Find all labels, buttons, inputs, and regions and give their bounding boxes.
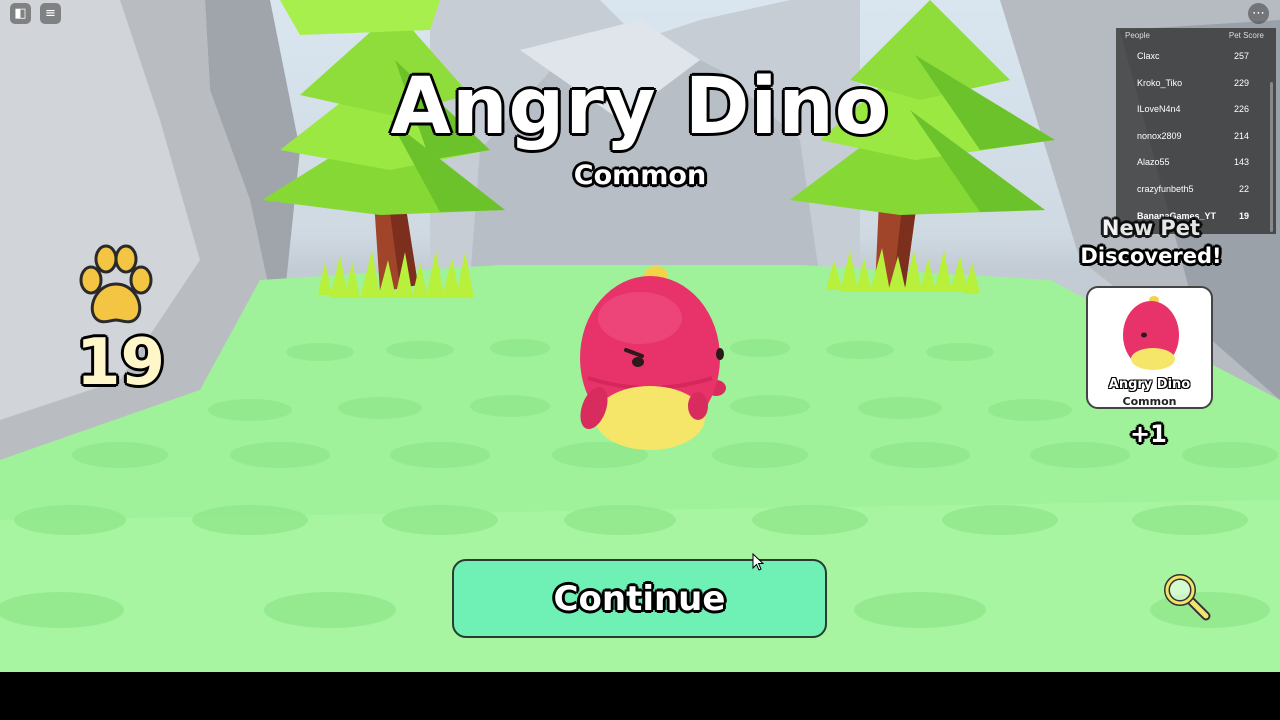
continue-button-label: Continue bbox=[553, 578, 726, 619]
pet-name-title: Angry Dino bbox=[390, 62, 890, 152]
player-score: 22 bbox=[1238, 183, 1249, 194]
player-score: 229 bbox=[1233, 77, 1249, 88]
new-pet-discovered-title: New Pet Discovered! bbox=[1076, 214, 1226, 270]
player-name: Claxc bbox=[1137, 51, 1160, 61]
player-name: ILoveN4n4 bbox=[1137, 104, 1181, 115]
player-score: 226 bbox=[1233, 104, 1249, 115]
angry-dino-thumbnail bbox=[1123, 296, 1179, 370]
continue-button[interactable]: Continue bbox=[452, 559, 827, 638]
leaderboard-header: People Pet Score bbox=[1116, 28, 1276, 43]
roblox-logo-icon[interactable]: ◧ bbox=[10, 3, 31, 24]
player-score: 19 bbox=[1238, 210, 1249, 221]
column-pet-score: Pet Score bbox=[1228, 31, 1264, 40]
player-score: 214 bbox=[1233, 130, 1249, 141]
new-pet-title-line2: Discovered! bbox=[1080, 244, 1222, 268]
pet-rarity-label: Common bbox=[573, 160, 707, 191]
letterbox-bar bbox=[0, 672, 1280, 720]
magnifier-icon[interactable] bbox=[1162, 572, 1212, 622]
column-people: People bbox=[1125, 31, 1150, 40]
angry-dino-pet-model bbox=[580, 266, 726, 450]
leaderboard-row[interactable]: Kroko_Tiko 229 bbox=[1116, 70, 1276, 97]
player-name: crazyfunbeth5 bbox=[1137, 183, 1194, 194]
leaderboard-row[interactable]: Claxc 257 bbox=[1116, 43, 1276, 70]
player-name: Kroko_Tiko bbox=[1137, 77, 1183, 88]
leaderboard-row[interactable]: crazyfunbeth5 22 bbox=[1116, 176, 1276, 203]
player-score: 257 bbox=[1233, 51, 1249, 61]
new-pet-card-rarity: Common bbox=[1122, 395, 1177, 408]
leaderboard-row[interactable]: Alazo55 143 bbox=[1116, 149, 1276, 176]
paw-count: 19 bbox=[76, 326, 166, 400]
player-score: 143 bbox=[1233, 157, 1249, 168]
chat-icon[interactable]: ≡ bbox=[40, 3, 61, 24]
new-pet-count-delta: +1 bbox=[1130, 420, 1167, 448]
new-pet-card-name: Angry Dino bbox=[1108, 377, 1191, 392]
leaderboard-scrollbar[interactable] bbox=[1270, 82, 1273, 232]
player-name: nonox2809 bbox=[1137, 130, 1182, 141]
leaderboard-row[interactable]: ILoveN4n4 226 bbox=[1116, 96, 1276, 123]
new-pet-title-line1: New Pet bbox=[1101, 216, 1201, 240]
more-options-icon[interactable]: ⋯ bbox=[1248, 3, 1269, 24]
paw-icon bbox=[79, 244, 153, 324]
player-leaderboard: People Pet Score Claxc 257 Kroko_Tiko 229 … bbox=[1116, 28, 1276, 234]
player-name: Alazo55 bbox=[1137, 157, 1170, 168]
mouse-cursor-icon bbox=[752, 553, 764, 571]
new-pet-card: Angry Dino Common bbox=[1086, 286, 1213, 409]
leaderboard-row[interactable]: nonox2809 214 bbox=[1116, 123, 1276, 150]
